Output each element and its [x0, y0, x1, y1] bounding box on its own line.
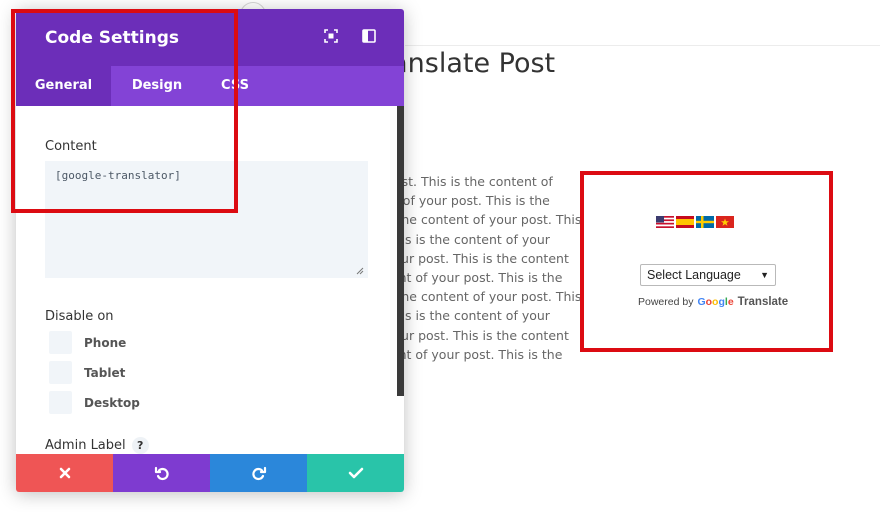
post-body-line: tent of your post. This is the — [386, 346, 563, 362]
phone-checkbox[interactable] — [49, 331, 72, 354]
post-body-line: nt of your post. This is the — [386, 193, 550, 209]
post-body: post. This is the content of nt of your … — [386, 172, 606, 364]
post-body-line: tent of your post. This is the — [386, 269, 563, 285]
post-body-line: This is the content of your — [386, 308, 550, 324]
tablet-label: Tablet — [84, 365, 126, 380]
sidebar-toggle-icon[interactable] — [361, 28, 377, 44]
highlight-box-translator — [580, 171, 833, 352]
disable-tablet-option[interactable]: Tablet — [49, 361, 125, 384]
highlight-box-content — [11, 9, 238, 213]
undo-icon — [154, 466, 169, 481]
post-body-line: post. This is the content of — [386, 174, 553, 189]
scrollbar[interactable] — [397, 106, 404, 396]
post-body-line: your post. This is the content — [386, 250, 569, 266]
undo-button[interactable] — [113, 454, 210, 492]
post-body-line: This is the content of your — [386, 231, 550, 247]
phone-label: Phone — [84, 335, 127, 350]
resize-grip-icon[interactable] — [356, 267, 364, 275]
admin-label-heading: Admin Label? — [45, 437, 149, 454]
discard-button[interactable] — [16, 454, 113, 492]
disable-desktop-option[interactable]: Desktop — [49, 391, 140, 414]
admin-label-text: Admin Label — [45, 438, 126, 453]
checkmark-icon — [348, 467, 363, 479]
redo-icon — [251, 466, 266, 481]
fullscreen-icon[interactable] — [323, 28, 339, 44]
desktop-label: Desktop — [84, 395, 140, 410]
post-body-line: s the content of your post. This — [386, 289, 582, 305]
header-divider — [405, 45, 880, 46]
disable-on-label: Disable on — [45, 309, 114, 324]
modal-footer — [16, 454, 404, 492]
desktop-checkbox[interactable] — [49, 391, 72, 414]
redo-button[interactable] — [210, 454, 307, 492]
help-icon[interactable]: ? — [131, 437, 149, 454]
tablet-checkbox[interactable] — [49, 361, 72, 384]
post-title: ranslate Post — [380, 48, 556, 79]
save-button[interactable] — [307, 454, 404, 492]
close-icon — [59, 467, 70, 479]
disable-phone-option[interactable]: Phone — [49, 331, 126, 354]
post-body-line: your post. This is the content — [386, 327, 569, 343]
post-body-line: s the content of your post. This — [386, 212, 582, 228]
